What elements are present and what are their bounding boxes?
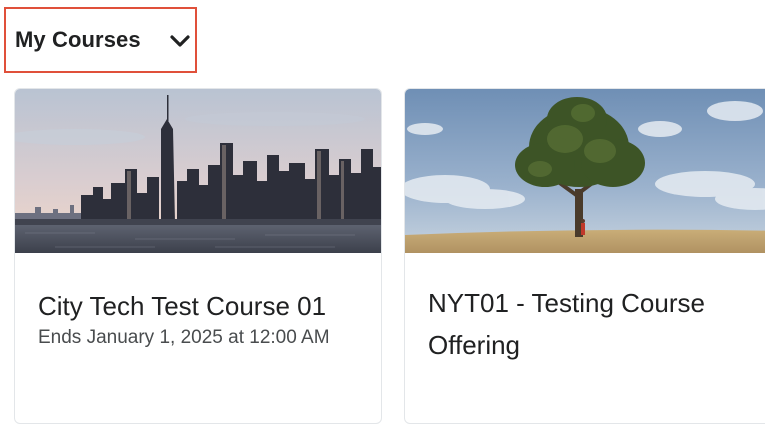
course-end-date: Ends January 1, 2025 at 12:00 AM bbox=[38, 327, 330, 348]
course-title[interactable]: City Tech Test Course 01 bbox=[38, 287, 326, 326]
my-courses-dropdown[interactable]: My Courses bbox=[4, 7, 197, 73]
city-skyline-image[interactable] bbox=[15, 89, 381, 253]
course-card[interactable]: City Tech Test Course 01 Ends January 1,… bbox=[14, 88, 382, 424]
course-card[interactable]: NYT01 - Testing Course Offering bbox=[404, 88, 765, 424]
course-title[interactable]: NYT01 - Testing Course Offering bbox=[428, 282, 758, 366]
chevron-down-icon[interactable] bbox=[169, 33, 191, 49]
tree-field-image[interactable] bbox=[405, 89, 765, 253]
my-courses-widget: My Courses City Tech Test Course 01 Ends… bbox=[0, 0, 765, 424]
section-title: My Courses bbox=[15, 27, 141, 52]
